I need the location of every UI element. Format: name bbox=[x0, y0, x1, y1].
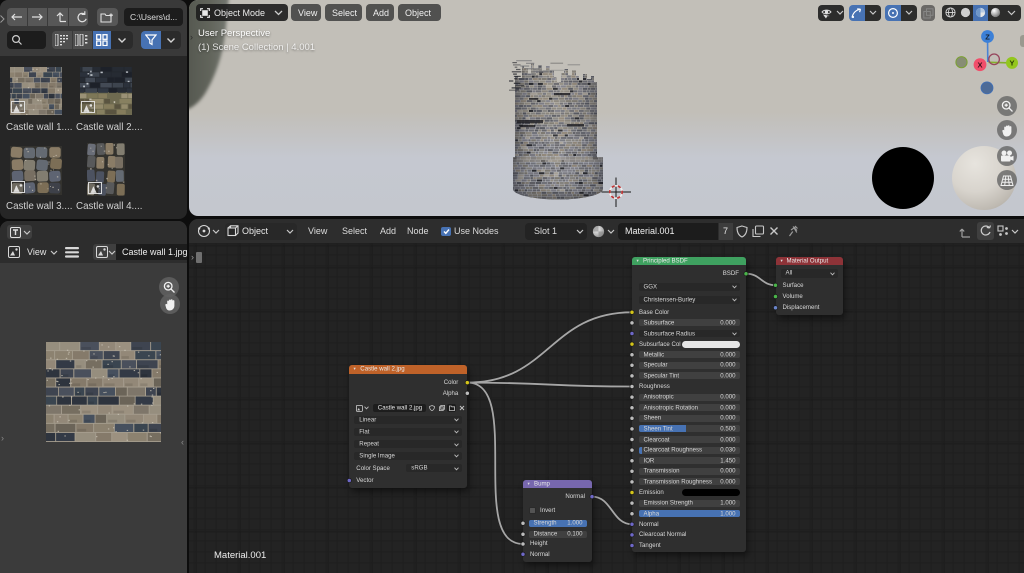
svg-text:Z: Z bbox=[985, 32, 990, 41]
svg-text:Y: Y bbox=[1009, 59, 1014, 68]
svg-text:X: X bbox=[977, 61, 982, 70]
